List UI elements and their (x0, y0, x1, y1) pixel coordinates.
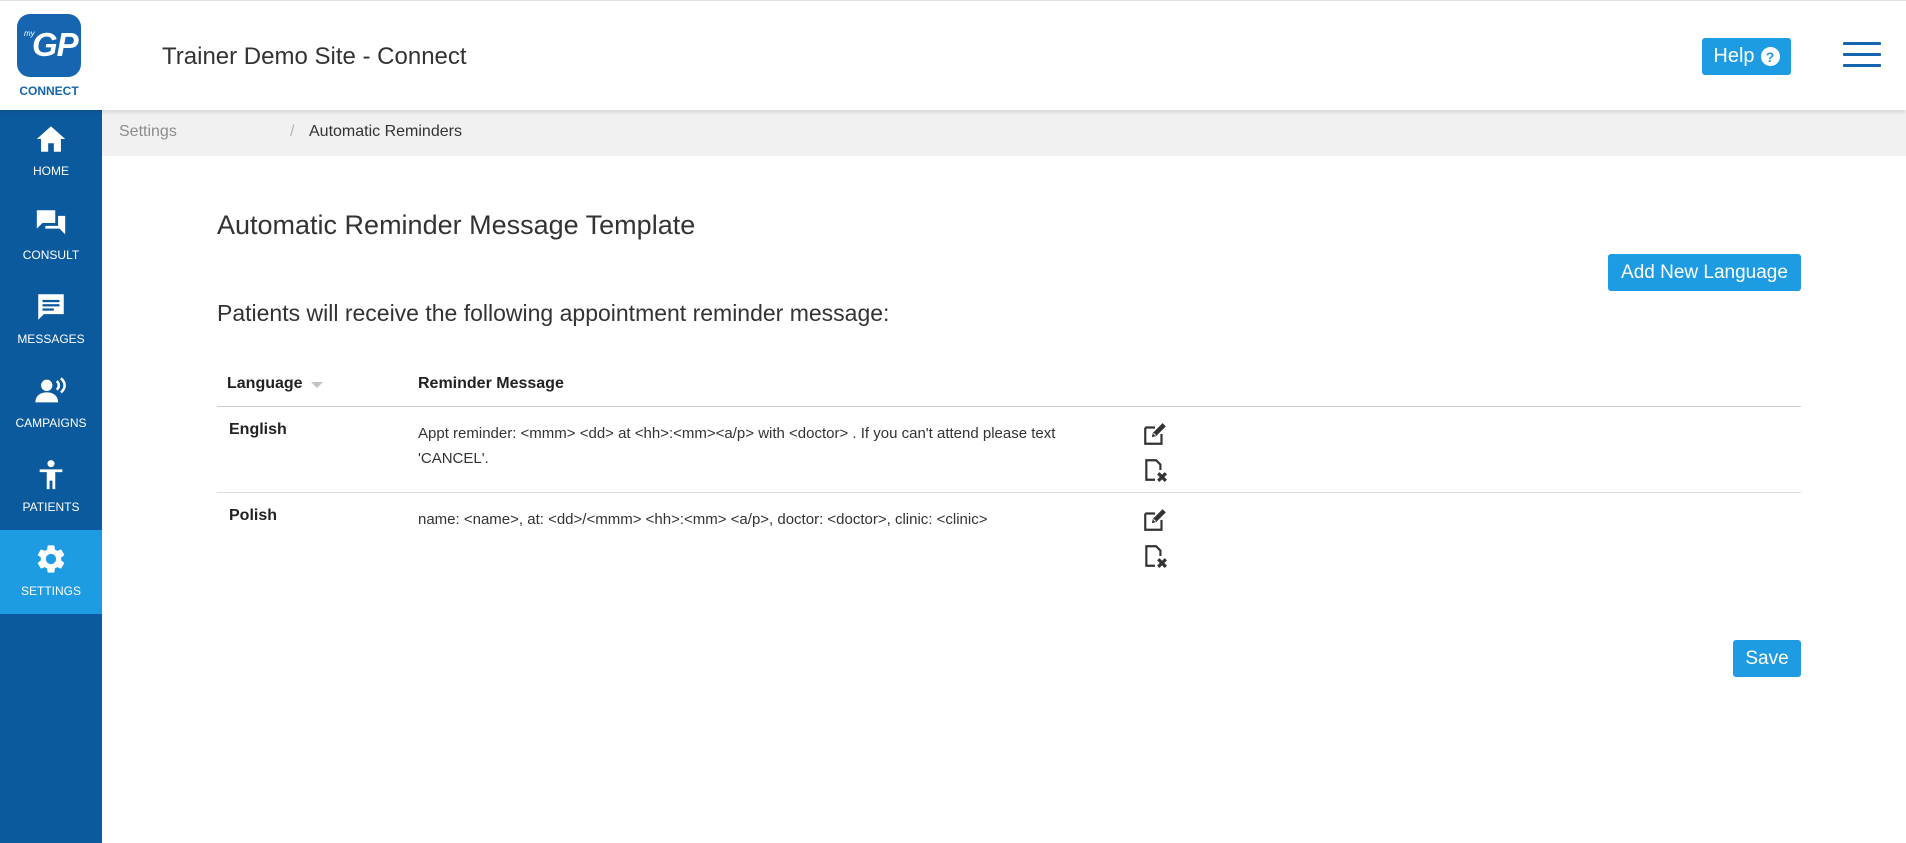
help-button-label: Help (1713, 45, 1755, 67)
reminder-template-table: Language Reminder Message English Appt r… (217, 365, 1801, 579)
hamburger-menu-icon[interactable] (1843, 42, 1881, 67)
row-message: Appt reminder: <mmm> <dd> at <hh>:<mm><a… (418, 425, 1056, 467)
delete-document-icon[interactable] (1142, 457, 1168, 483)
save-button[interactable]: Save (1733, 640, 1801, 677)
row-language: English (229, 421, 287, 438)
site-title: Trainer Demo Site - Connect (162, 43, 467, 70)
edit-icon[interactable] (1142, 421, 1168, 447)
chat-icon (36, 210, 66, 235)
mygp-logo[interactable]: my GP (17, 14, 81, 77)
column-header-reminder-message: Reminder Message (418, 375, 564, 392)
column-header-language[interactable]: Language (227, 375, 323, 393)
row-language: Polish (229, 507, 278, 524)
top-bar: my GP CONNECT Trainer Demo Site - Connec… (0, 0, 1906, 110)
sidebar-nav: HOME CONSULT MESSAGES CAMPAIGNS PATIENTS… (0, 110, 102, 843)
help-button[interactable]: Help ? (1702, 38, 1791, 75)
message-icon (38, 294, 64, 320)
hamburger-line (1843, 64, 1881, 67)
page-subtitle: Patients will receive the following appo… (217, 300, 890, 326)
sidebar-item-label: PATIENTS (22, 500, 80, 514)
sidebar-item-label: HOME (33, 164, 69, 178)
table-header: Language Reminder Message (217, 365, 1801, 407)
breadcrumb-current: Automatic Reminders (309, 123, 462, 140)
sidebar-item-campaigns[interactable]: CAMPAIGNS (0, 362, 102, 446)
logo-caption: CONNECT (19, 84, 79, 98)
breadcrumb-settings-link[interactable]: Settings (119, 123, 177, 141)
column-header-label: Language (227, 375, 303, 392)
breadcrumb-separator: / (290, 123, 295, 140)
question-circle-icon: ? (1760, 47, 1780, 66)
sidebar-item-home[interactable]: HOME (0, 110, 102, 194)
sidebar-item-messages[interactable]: MESSAGES (0, 278, 102, 362)
breadcrumb: Settings / Automatic Reminders (102, 110, 1906, 156)
page-title: Automatic Reminder Message Template (217, 210, 696, 240)
sidebar-item-settings[interactable]: SETTINGS (0, 530, 102, 614)
sort-caret-icon (310, 382, 323, 388)
hamburger-line (1843, 42, 1881, 45)
home-icon (36, 126, 66, 152)
sidebar-item-label: MESSAGES (17, 332, 85, 346)
logo-mark: GP (32, 26, 79, 63)
add-new-language-button[interactable]: Add New Language (1608, 254, 1801, 291)
sidebar-item-label: CONSULT (22, 248, 80, 262)
table-row: English Appt reminder: <mmm> <dd> at <hh… (217, 407, 1801, 493)
gear-icon (37, 545, 65, 573)
delete-document-icon[interactable] (1142, 543, 1168, 569)
table-row: Polish name: <name>, at: <dd>/<mmm> <hh>… (217, 493, 1801, 579)
sidebar-item-patients[interactable]: PATIENTS (0, 446, 102, 530)
edit-icon[interactable] (1142, 507, 1168, 533)
person-icon (39, 460, 63, 490)
row-message: name: <name>, at: <dd>/<mmm> <hh>:<mm> <… (418, 511, 988, 528)
hamburger-line (1843, 53, 1881, 56)
sidebar-item-label: SETTINGS (20, 584, 81, 598)
broadcast-user-icon (35, 377, 66, 403)
sidebar-item-label: CAMPAIGNS (15, 416, 87, 430)
sidebar-item-consult[interactable]: CONSULT (0, 194, 102, 278)
